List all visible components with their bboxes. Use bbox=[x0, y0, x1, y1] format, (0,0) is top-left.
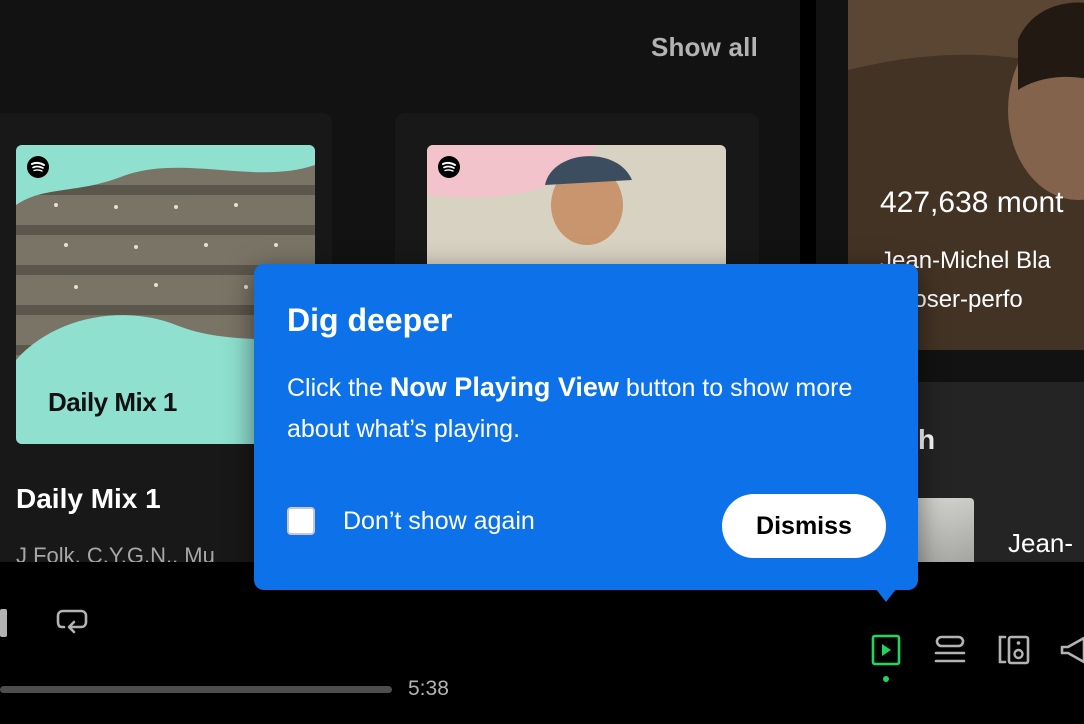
cover-title: Daily Mix 1 bbox=[48, 387, 177, 417]
repeat-icon bbox=[56, 609, 88, 634]
active-indicator bbox=[883, 676, 889, 682]
now-playing-view-button[interactable] bbox=[868, 632, 904, 668]
progress-bar[interactable] bbox=[0, 686, 392, 693]
spotify-logo-icon bbox=[438, 156, 460, 178]
card-subtitle: J Folk, C.Y.G.N., Mu bbox=[16, 543, 215, 562]
tooltip-body-highlight: Now Playing View bbox=[389, 372, 619, 402]
connect-device-icon bbox=[998, 635, 1030, 665]
dont-show-again-label[interactable]: Don’t show again bbox=[343, 507, 535, 536]
track-duration: 5:38 bbox=[408, 677, 449, 700]
tooltip-body: Click the Now Playing View button to sho… bbox=[287, 367, 897, 450]
tooltip-title: Dig deeper bbox=[287, 302, 453, 338]
volume-icon bbox=[1060, 636, 1084, 664]
onboarding-tooltip: Dig deeper Click the Now Playing View bu… bbox=[254, 264, 918, 590]
spotify-logo-icon bbox=[27, 156, 49, 178]
queue-button[interactable] bbox=[932, 632, 968, 668]
now-playing-view-icon bbox=[871, 634, 901, 666]
tooltip-pointer bbox=[872, 584, 900, 602]
connect-device-button[interactable] bbox=[996, 632, 1032, 668]
repeat-button[interactable] bbox=[54, 605, 90, 641]
merch-item-label[interactable]: Jean- bbox=[1008, 528, 1073, 559]
tooltip-body-prefix: Click the bbox=[287, 374, 390, 402]
volume-button[interactable] bbox=[1058, 632, 1084, 668]
queue-icon bbox=[934, 635, 966, 663]
dont-show-again-checkbox[interactable] bbox=[287, 507, 315, 535]
show-all-link[interactable]: Show all bbox=[651, 32, 758, 63]
card-title: Daily Mix 1 bbox=[16, 483, 161, 514]
dismiss-button[interactable]: Dismiss bbox=[722, 494, 886, 558]
previous-button-edge[interactable] bbox=[0, 609, 7, 637]
monthly-listeners: 427,638 mont bbox=[880, 186, 1064, 219]
